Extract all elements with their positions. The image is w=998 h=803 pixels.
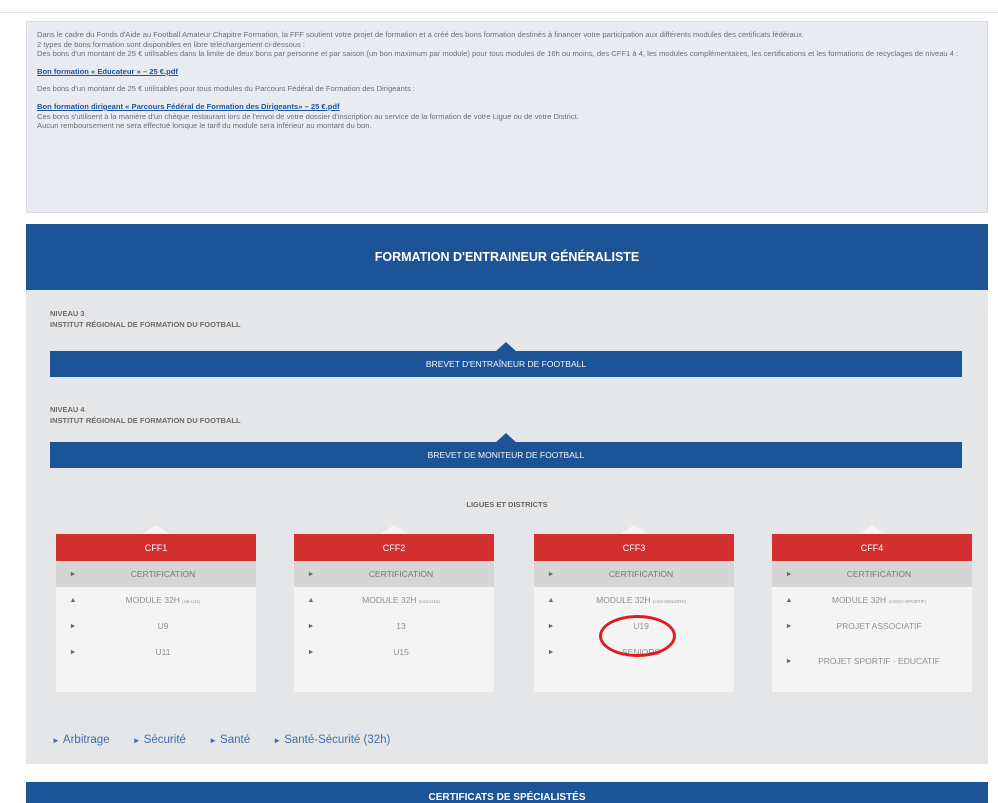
peak-decor [495, 433, 517, 443]
formation-panel: FORMATION D'ENTRAINEUR GÉNÉRALISTE NIVEA… [26, 224, 988, 803]
cff4-card: CFF4 ► CERTIFICATION ▲ MODULE 32H (ASSO+SP… [772, 525, 972, 692]
cff2-u15[interactable]: ► U15 [294, 639, 494, 665]
info-box: Dans le cadre du Fonds d'Aide au Footbal… [26, 21, 988, 213]
brevet-moniteur-label: BREVET DE MONITEUR DE FOOTBALL [427, 450, 585, 460]
triangle-right-icon: ► [785, 657, 793, 665]
niveau-4-label: NIVEAU 4 [50, 405, 85, 414]
bon-educateur-link[interactable]: Bon formation « Educateur » – 25 €.pdf [37, 67, 178, 76]
cff4-projet-associatif[interactable]: ► PROJET ASSOCIATIF [772, 613, 972, 639]
cff1-module[interactable]: ▲ MODULE 32H (U6-U11) [56, 587, 256, 613]
cff2-title[interactable]: CFF2 [294, 534, 494, 561]
triangle-up-icon: ▲ [69, 596, 77, 604]
triangle-right-icon: ► [69, 648, 77, 656]
cff3-u19[interactable]: ► U19 [534, 613, 734, 639]
bon-dirigeant-link[interactable]: Bon formation dirigeant « Parcours Fédér… [37, 102, 340, 111]
link-sante-securite[interactable]: ► Santé-Sécurité (32h) [273, 734, 400, 746]
peak-decor [495, 342, 517, 352]
triangle-right-icon: ► [209, 736, 218, 745]
cff1-u9[interactable]: ► U9 [56, 613, 256, 639]
triangle-right-icon: ► [547, 648, 555, 656]
brevet-entraineur-label: BREVET D'ENTRAÎNEUR DE FOOTBALL [425, 359, 587, 369]
info-usage: Ces bons s'utilisent à la manière d'un c… [37, 111, 579, 121]
cff3-certification[interactable]: ► CERTIFICATION [534, 561, 734, 587]
triangle-right-icon: ► [547, 622, 555, 630]
triangle-right-icon: ► [132, 736, 141, 745]
triangle-right-icon: ► [547, 570, 555, 578]
cff2-module[interactable]: ▲ MODULE 32H (U13-U15) [294, 587, 494, 613]
niveau-4-header: NIVEAU 4 INSTITUT RÉGIONAL DE FORMATION … [50, 404, 241, 426]
triangle-right-icon: ► [69, 570, 77, 578]
triangle-right-icon: ► [273, 736, 282, 745]
cff4-projet-sportif[interactable]: ► PROJET SPORTIF - EDUCATIF [772, 639, 972, 683]
niveau-3-label: NIVEAU 3 [50, 309, 85, 318]
cff1-card: CFF1 ► CERTIFICATION ▲ MODULE 32H (U6-U11)… [56, 525, 256, 692]
info-intro: Dans le cadre du Fonds d'Aide au Footbal… [37, 30, 804, 39]
triangle-right-icon: ► [307, 622, 315, 630]
info-bons-dirigeant: Des bons d'un montant de 25 € utilisable… [37, 84, 415, 94]
triangle-right-icon: ► [307, 648, 315, 656]
niveau-3-header: NIVEAU 3 INSTITUT RÉGIONAL DE FORMATION … [50, 308, 241, 330]
link-sante[interactable]: ► Santé [209, 734, 260, 746]
info-types: 2 types de bons formation sont disponibl… [37, 39, 306, 49]
card-tip [380, 525, 408, 534]
cff2-certification[interactable]: ► CERTIFICATION [294, 561, 494, 587]
niveau-4-institute: INSTITUT RÉGIONAL DE FORMATION DU FOOTBA… [50, 416, 241, 425]
cff1-certification[interactable]: ► CERTIFICATION [56, 561, 256, 587]
cff4-title[interactable]: CFF4 [772, 534, 972, 561]
cff4-certification[interactable]: ► CERTIFICATION [772, 561, 972, 587]
link-securite[interactable]: ► Sécurité [133, 734, 196, 746]
link-arbitrage[interactable]: ► Arbitrage [52, 734, 120, 746]
info-bons-educateur: Des bons d'un montant de 25 € utilisable… [37, 49, 959, 59]
triangle-up-icon: ▲ [307, 596, 315, 604]
brevet-entraineur-button[interactable]: BREVET D'ENTRAÎNEUR DE FOOTBALL [50, 342, 962, 377]
specialty-links: ► Arbitrage ► Sécurité ► Santé ► Santé-Sécur… [52, 734, 410, 746]
niveau-3-institute: INSTITUT RÉGIONAL DE FORMATION DU FOOTBA… [50, 320, 241, 329]
cff3-module[interactable]: ▲ MODULE 32H (U19-SENIORS) [534, 587, 734, 613]
triangle-right-icon: ► [52, 736, 60, 745]
cff2-card: CFF2 ► CERTIFICATION ▲ MODULE 32H (U13-U15… [294, 525, 494, 692]
triangle-up-icon: ▲ [547, 596, 555, 604]
triangle-right-icon: ► [785, 622, 793, 630]
cff3-card: CFF3 ► CERTIFICATION ▲ MODULE 32H (U19-SEN… [534, 525, 734, 692]
cff2-u13[interactable]: ► 13 [294, 613, 494, 639]
card-tip [620, 525, 648, 534]
info-remboursement: Aucun remboursement ne sera effectué lor… [37, 121, 372, 131]
top-divider [0, 12, 998, 13]
specialist-certificates-title: CERTIFICATS DE SPÉCIALISTÉS [26, 782, 988, 803]
card-tip [142, 525, 170, 534]
brevet-moniteur-button[interactable]: BREVET DE MONITEUR DE FOOTBALL [50, 433, 962, 468]
section-title: FORMATION D'ENTRAINEUR GÉNÉRALISTE [26, 224, 988, 290]
cff3-seniors[interactable]: ► SENIORS [534, 639, 734, 665]
card-tip [858, 525, 886, 534]
cff1-u11[interactable]: ► U11 [56, 639, 256, 665]
triangle-right-icon: ► [785, 570, 793, 578]
triangle-up-icon: ▲ [785, 596, 793, 604]
ligues-districts-label: LIGUES ET DISTRICTS [466, 500, 548, 509]
cff1-title[interactable]: CFF1 [56, 534, 256, 561]
triangle-right-icon: ► [307, 570, 315, 578]
cff3-title[interactable]: CFF3 [534, 534, 734, 561]
cff4-module[interactable]: ▲ MODULE 32H (ASSO+SPORTIF) [772, 587, 972, 613]
triangle-right-icon: ► [69, 622, 77, 630]
